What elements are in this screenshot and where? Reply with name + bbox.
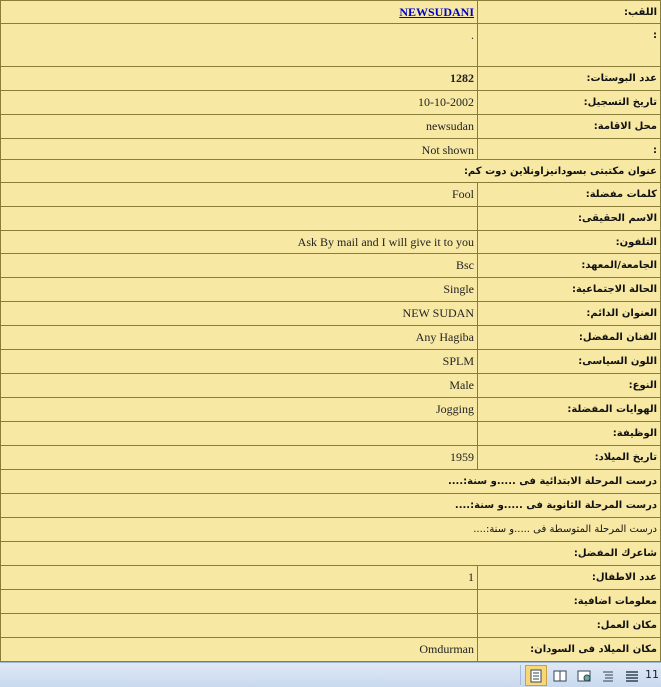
row-job: الوظيفة: [0,421,661,446]
row-university: Bsc الجامعة/المعهد: [0,253,661,278]
outline-view-icon[interactable] [597,665,619,686]
row-hobbies: Jogging الهوايات المفضلة: [0,397,661,422]
row-secondary: درست المرحلة الثانوية فى .....و سنة:.... [0,493,661,518]
secondary-school-label: درست المرحلة الثانوية فى .....و سنة:.... [0,493,661,518]
realname-label: الاسم الحقيقى: [477,206,661,231]
title-label: اللقب: [477,0,661,24]
phone-label: التلفون: [477,230,661,254]
row-extra: معلومات اضافية: [0,589,661,614]
row-realname: الاسم الحقيقى: [0,206,661,231]
row-library: عنوان مكتبتى بسودانيزاونلاين دوت كم: [0,159,661,183]
view-buttons [520,665,643,686]
primary-school-label: درست المرحلة الابتدائية فى .....و سنة:..… [0,469,661,494]
row-poet: شاعرك المفضل: [0,541,661,566]
row-politics: SPLM اللون السياسى: [0,349,661,374]
row6-label: : [477,138,661,160]
birth-value: 1959 [0,445,478,470]
row-6: Not shown : [0,138,661,160]
marital-value: Single [0,277,478,302]
title-link[interactable]: NEWSUDANI [399,5,474,19]
row-artist: Any Hagiba الفنان المفضل: [0,325,661,350]
row-residence: newsudan محل الاقامة: [0,114,661,139]
poet-label: شاعرك المفضل: [0,541,661,566]
row2-value: . [0,23,478,67]
row-gender: Male النوع: [0,373,661,398]
posts-value: 1282 [450,71,474,85]
row-intermediate: درست المرحلة المتوسطة فى .....و سنة:.... [0,517,661,542]
row-birth: 1959 تاريخ الميلاد: [0,445,661,470]
words-label: كلمات مفضلة: [477,182,661,207]
realname-value [0,206,478,231]
birthplace-label: مكان الميلاد فى السودان: [477,637,661,662]
workplace-value [0,613,478,638]
marital-label: الحالة الاجتماعية: [477,277,661,302]
hobbies-label: الهوايات المفضلة: [477,397,661,422]
registered-value: 10-10-2002 [0,90,478,115]
title-value-cell: NEWSUDANI [0,0,478,24]
row-address: NEW SUDAN العنوان الدائم: [0,301,661,326]
web-layout-icon[interactable] [573,665,595,686]
library-label: عنوان مكتبتى بسودانيزاونلاين دوت كم: [0,159,661,183]
row-registered: 10-10-2002 تاريخ التسجيل: [0,90,661,115]
intermediate-school-label: درست المرحلة المتوسطة فى .....و سنة:.... [0,517,661,542]
politics-value: SPLM [0,349,478,374]
job-value [0,421,478,446]
row-birthplace: Omdurman مكان الميلاد فى السودان: [0,637,661,662]
print-layout-view-icon[interactable] [525,665,547,686]
profile-sheet: NEWSUDANI اللقب: . : 1282 عدد البوستات: … [0,0,661,662]
registered-label: تاريخ التسجيل: [477,90,661,115]
row2-label: : [477,23,661,67]
extra-label: معلومات اضافية: [477,589,661,614]
job-label: الوظيفة: [477,421,661,446]
page-number: 11 [645,668,659,681]
row-title: NEWSUDANI اللقب: [0,0,661,24]
row-words: Fool كلمات مفضلة: [0,182,661,207]
university-label: الجامعة/المعهد: [477,253,661,278]
gender-value: Male [0,373,478,398]
row-primary: درست المرحلة الابتدائية فى .....و سنة:..… [0,469,661,494]
profile-table: NEWSUDANI اللقب: . : 1282 عدد البوستات: … [0,0,661,662]
row-workplace: مكان العمل: [0,613,661,638]
row-phone: Ask By mail and I will give it to you ال… [0,230,661,254]
full-screen-reading-icon[interactable] [549,665,571,686]
address-value: NEW SUDAN [0,301,478,326]
artist-label: الفنان المفضل: [477,325,661,350]
draft-view-icon[interactable] [621,665,643,686]
birthplace-value: Omdurman [0,637,478,662]
extra-value [0,589,478,614]
posts-label: عدد البوستات: [477,66,661,91]
address-label: العنوان الدائم: [477,301,661,326]
politics-label: اللون السياسى: [477,349,661,374]
words-value: Fool [0,182,478,207]
hobbies-value: Jogging [0,397,478,422]
artist-value: Any Hagiba [0,325,478,350]
residence-label: محل الاقامة: [477,114,661,139]
posts-value-cell: 1282 [0,66,478,91]
row-children: 1 عدد الاطفال: [0,565,661,590]
workplace-label: مكان العمل: [477,613,661,638]
birth-label: تاريخ الميلاد: [477,445,661,470]
row-2: . : [0,23,661,67]
status-bar: 11 [0,662,661,687]
residence-value: newsudan [0,114,478,139]
children-value: 1 [0,565,478,590]
university-value: Bsc [0,253,478,278]
gender-label: النوع: [477,373,661,398]
children-label: عدد الاطفال: [477,565,661,590]
phone-value: Ask By mail and I will give it to you [0,230,478,254]
row-posts: 1282 عدد البوستات: [0,66,661,91]
row6-value: Not shown [0,138,478,160]
row-marital: Single الحالة الاجتماعية: [0,277,661,302]
